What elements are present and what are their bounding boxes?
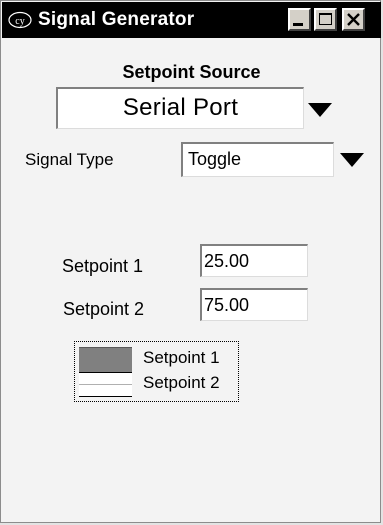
signal-type-dropdown[interactable]: Toggle (181, 142, 334, 177)
setpoint-2-input[interactable] (200, 288, 308, 321)
legend: Setpoint 1 Setpoint 2 (74, 341, 239, 402)
window-title: Signal Generator (38, 9, 195, 30)
title-bar[interactable]: cy Signal Generator (2, 2, 381, 38)
minimize-button[interactable] (288, 8, 311, 31)
cyclone-logo-icon: cy (8, 11, 32, 29)
dropdown-arrow-icon (340, 153, 364, 167)
setpoint-source-label: Setpoint Source (122, 62, 261, 82)
minimize-icon (293, 23, 303, 26)
setpoint-source-dropdown[interactable]: Serial Port (56, 87, 304, 129)
setpoint-2-label: Setpoint 2 (63, 299, 145, 319)
signal-generator-window: cy Signal Generator Setpoint Source Seri… (0, 0, 381, 523)
signal-type-label: Signal Type (25, 150, 114, 169)
maximize-icon (319, 13, 332, 25)
setpoint-1-label: Setpoint 1 (62, 256, 144, 276)
legend-label-setpoint-2: Setpoint 2 (143, 373, 220, 392)
dropdown-arrow-icon (308, 103, 332, 117)
maximize-button[interactable] (314, 8, 337, 31)
setpoint-1-input[interactable] (200, 244, 308, 277)
legend-label-setpoint-1: Setpoint 1 (143, 348, 220, 367)
setpoint-source-dropdown-button[interactable] (305, 87, 335, 129)
legend-swatch-setpoint-1 (79, 347, 132, 372)
svg-text:cy: cy (15, 16, 24, 27)
legend-swatch-setpoint-2 (79, 372, 132, 397)
close-icon (347, 13, 360, 26)
close-button[interactable] (342, 8, 365, 31)
signal-type-dropdown-button[interactable] (335, 142, 369, 177)
